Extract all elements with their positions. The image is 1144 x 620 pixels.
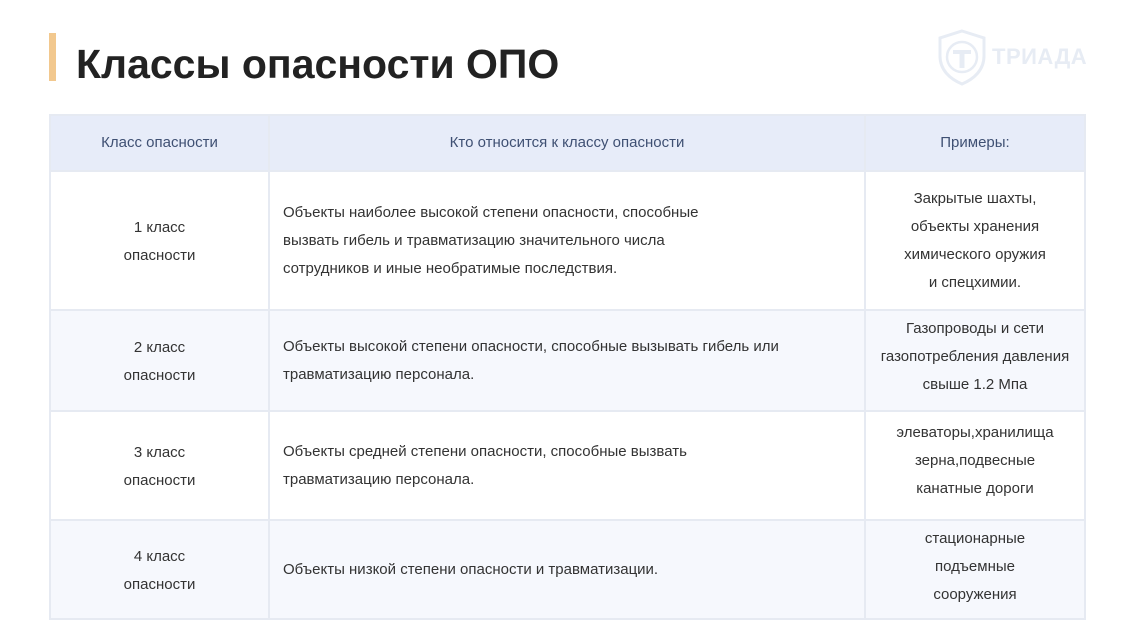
examples-cell: Закрытые шахты, объекты хранения химичес… [864, 170, 1086, 311]
table: Класс опасности Кто относится к классу о… [49, 114, 1086, 620]
description-line: сотрудников и иные необратимые последств… [283, 259, 618, 277]
table-row: 2 класс опасности Объекты высокой степен… [49, 309, 1086, 412]
description-cell: Объекты средней степени опасности, спосо… [268, 410, 866, 521]
table-row: 3 класс опасности Объекты средней степен… [49, 410, 1086, 521]
examples-cell: стационарные подъемные сооружения [864, 519, 1086, 620]
class-cell: 2 класс опасности [49, 309, 270, 412]
class-line: 3 класс [133, 443, 186, 461]
example-line: сооружения [933, 585, 1017, 603]
table-row: 4 класс опасности Объекты низкой степени… [49, 519, 1086, 620]
description-line: Объекты наиболее высокой степени опаснос… [283, 203, 699, 221]
example-line: и спецхимии. [928, 273, 1022, 291]
header-description: Кто относится к классу опасности [268, 114, 866, 172]
description-cell: Объекты наиболее высокой степени опаснос… [268, 170, 866, 311]
description-line: Объекты высокой степени опасности, спосо… [283, 337, 779, 355]
class-line: опасности [123, 471, 196, 489]
table-header-row: Класс опасности Кто относится к классу о… [49, 114, 1086, 172]
description-line: Объекты низкой степени опасности и травм… [283, 560, 659, 578]
examples-cell: элеваторы,хранилища зерна,подвесные кана… [864, 410, 1086, 521]
example-line: Газопроводы и сети [906, 319, 1044, 337]
class-line: 1 класс [133, 218, 186, 236]
header-class: Класс опасности [49, 114, 270, 172]
example-line: зерна,подвесные [914, 451, 1036, 469]
description-line: травматизацию персонала. [283, 470, 475, 488]
class-cell: 3 класс опасности [49, 410, 270, 521]
table-row: 1 класс опасности Объекты наиболее высок… [49, 170, 1086, 311]
example-line: газопотребления давления [880, 347, 1070, 365]
description-line: вызвать гибель и травматизацию значитель… [283, 231, 665, 249]
description-line: Объекты средней степени опасности, спосо… [283, 442, 687, 460]
shield-t-icon [938, 29, 986, 86]
class-line: опасности [123, 366, 196, 384]
class-cell: 4 класс опасности [49, 519, 270, 620]
example-line: канатные дороги [916, 479, 1034, 497]
description-cell: Объекты низкой степени опасности и травм… [268, 519, 866, 620]
example-line: стационарные [924, 529, 1026, 547]
logo-text: ТРИАДА [992, 44, 1088, 69]
header-examples: Примеры: [864, 114, 1086, 172]
example-line: химического оружия [904, 245, 1046, 263]
class-line: опасности [123, 575, 196, 593]
examples-cell: Газопроводы и сети газопотребления давле… [864, 309, 1086, 412]
class-line: 2 класс [133, 338, 186, 356]
title-accent-bar [49, 33, 56, 81]
example-line: свыше 1.2 Мпа [922, 375, 1028, 393]
example-line: Закрытые шахты, [913, 189, 1037, 207]
class-line: 4 класс [133, 547, 186, 565]
class-line: опасности [123, 246, 196, 264]
company-logo: ТРИАДА [936, 28, 1088, 86]
hazard-classes-table: Класс опасности Кто относится к классу о… [49, 114, 1086, 620]
description-line: травматизацию персонала. [283, 365, 475, 383]
page-title: Классы опасности ОПО [76, 41, 560, 87]
description-cell: Объекты высокой степени опасности, спосо… [268, 309, 866, 412]
class-cell: 1 класс опасности [49, 170, 270, 311]
example-line: элеваторы,хранилища [896, 423, 1054, 441]
example-line: подъемные [935, 557, 1015, 575]
example-line: объекты хранения [910, 217, 1040, 235]
